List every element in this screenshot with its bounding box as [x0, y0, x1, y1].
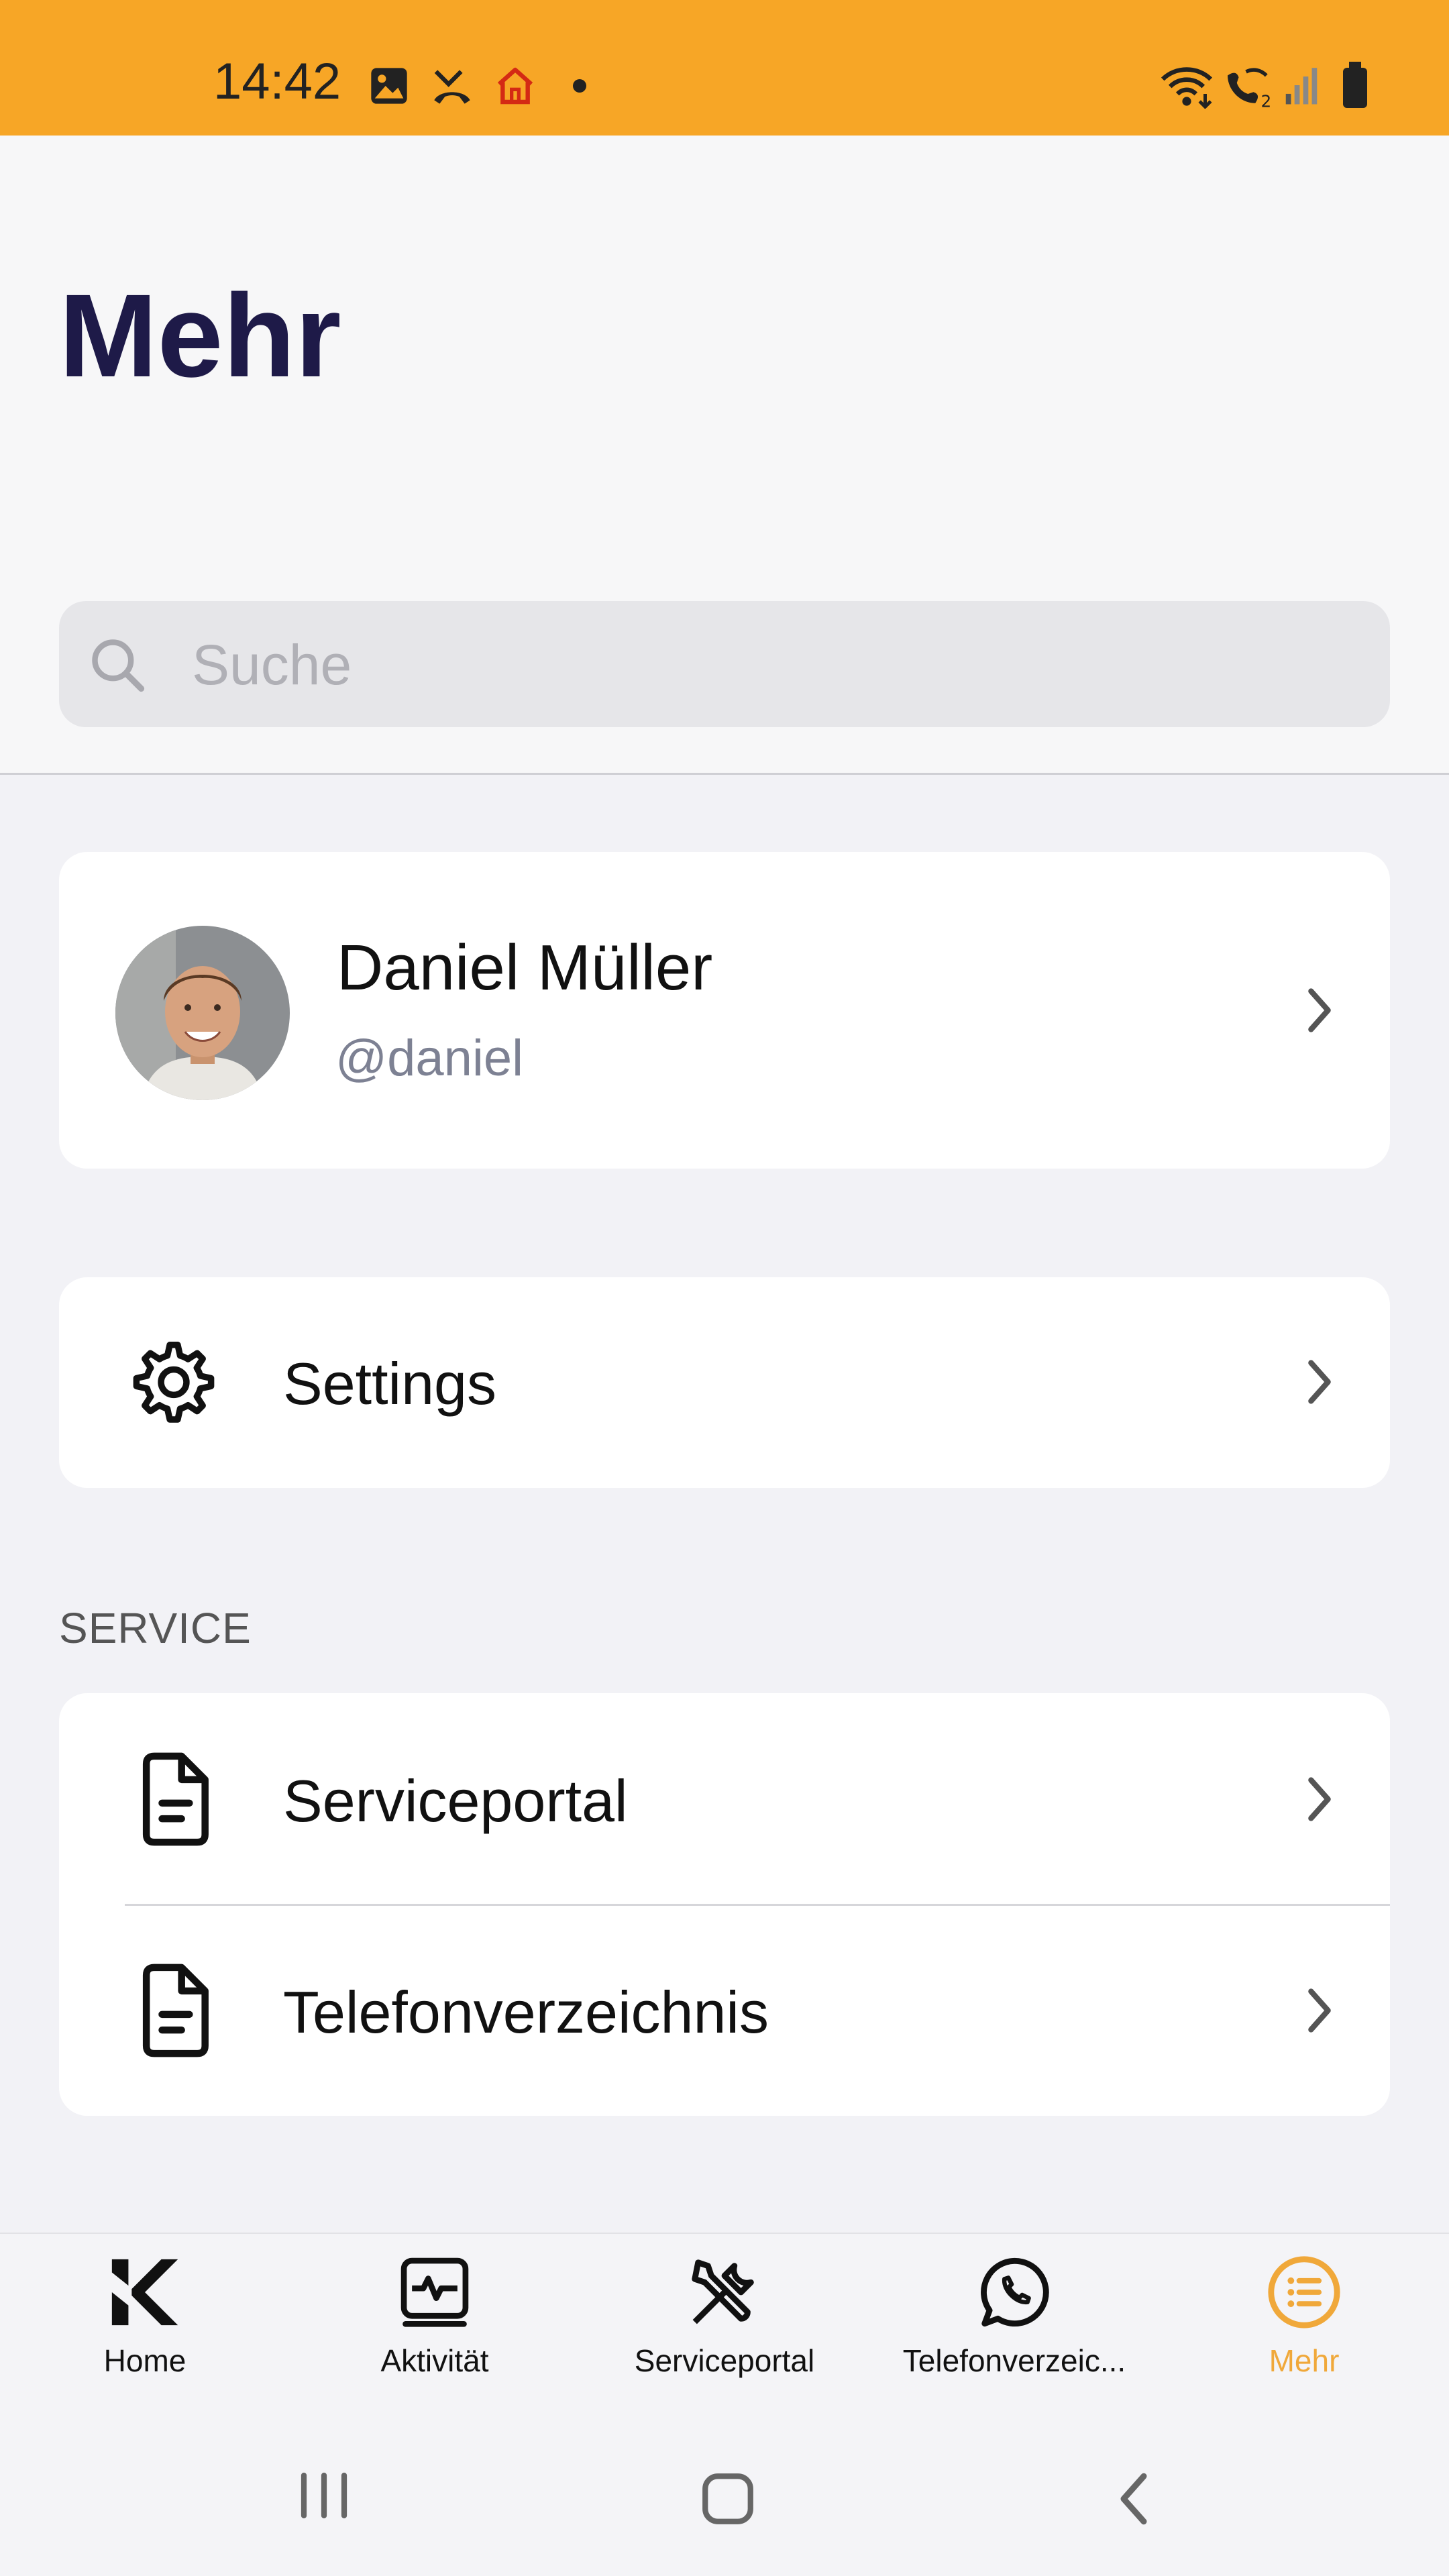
chevron-right-icon: [1308, 1988, 1331, 2033]
tools-icon: [692, 2259, 754, 2324]
logo-k-icon: [111, 2259, 178, 2326]
missed-call-icon: [434, 70, 470, 104]
status-bar: 14:42 2: [0, 0, 1449, 136]
bottom-nav: Home Aktivität Serviceportal Telefonverz…: [0, 2233, 1449, 2408]
avatar: [115, 926, 290, 1100]
gear-icon: [133, 1342, 215, 1423]
tab-home[interactable]: Home: [0, 2234, 290, 2408]
chevron-right-icon: [1308, 1777, 1331, 1821]
tab-label: Aktivität: [380, 2343, 489, 2378]
profile-name: Daniel Müller: [337, 932, 713, 1004]
tab-mehr[interactable]: Mehr: [1159, 2234, 1449, 2408]
list-item-label: Telefonverzeichnis: [283, 1979, 769, 2045]
settings-row[interactable]: Settings: [59, 1277, 1390, 1488]
tab-serviceportal[interactable]: Serviceportal: [580, 2234, 869, 2408]
profile-card[interactable]: Daniel Müller @daniel: [59, 852, 1390, 1169]
document-icon: [142, 1752, 209, 1846]
tab-telefonverzeichnis[interactable]: Telefonverzeic...: [869, 2234, 1159, 2408]
chevron-right-icon: [1308, 988, 1331, 1032]
system-nav-bar: [0, 2407, 1449, 2576]
search-bar[interactable]: [59, 601, 1390, 729]
list-item-serviceportal[interactable]: Serviceportal: [59, 1693, 1390, 1904]
profile-handle: @daniel: [335, 1030, 523, 1087]
phone-bubble-icon: [981, 2257, 1049, 2327]
tab-label: Home: [103, 2343, 186, 2378]
search-input[interactable]: [191, 601, 1334, 729]
activity-icon: [400, 2257, 469, 2327]
wifi-calling-icon: 2: [1228, 68, 1272, 109]
menu-list-icon: [1268, 2256, 1340, 2328]
document-icon: [142, 1964, 209, 2057]
home-button-icon[interactable]: [698, 2469, 758, 2529]
list-item-label: Serviceportal: [283, 1768, 628, 1834]
chevron-right-icon: [1308, 1360, 1331, 1404]
svg-text:2: 2: [1261, 91, 1272, 109]
settings-label: Settings: [283, 1350, 496, 1417]
search-icon: [92, 639, 145, 692]
battery-icon: [1343, 62, 1367, 108]
tab-aktivitaet[interactable]: Aktivität: [290, 2234, 580, 2408]
list-item-telefonverzeichnis[interactable]: Telefonverzeichnis: [59, 1906, 1390, 2116]
page-title: Mehr: [59, 270, 341, 402]
section-title-service: SERVICE: [59, 1604, 252, 1652]
home-icon: [497, 67, 533, 105]
tab-label: Mehr: [1269, 2343, 1340, 2378]
wifi-icon: [1161, 67, 1213, 109]
service-card: Serviceportal Telefonverzeichnis: [59, 1693, 1390, 2116]
tab-label: Telefonverzeic...: [902, 2343, 1126, 2378]
image-icon: [371, 68, 407, 104]
dot-icon: [573, 79, 586, 93]
tab-label: Serviceportal: [634, 2343, 815, 2378]
status-time: 14:42: [213, 53, 341, 110]
signal-icon: [1285, 68, 1318, 105]
recent-apps-icon[interactable]: [294, 2469, 354, 2522]
back-icon[interactable]: [1114, 2469, 1154, 2529]
